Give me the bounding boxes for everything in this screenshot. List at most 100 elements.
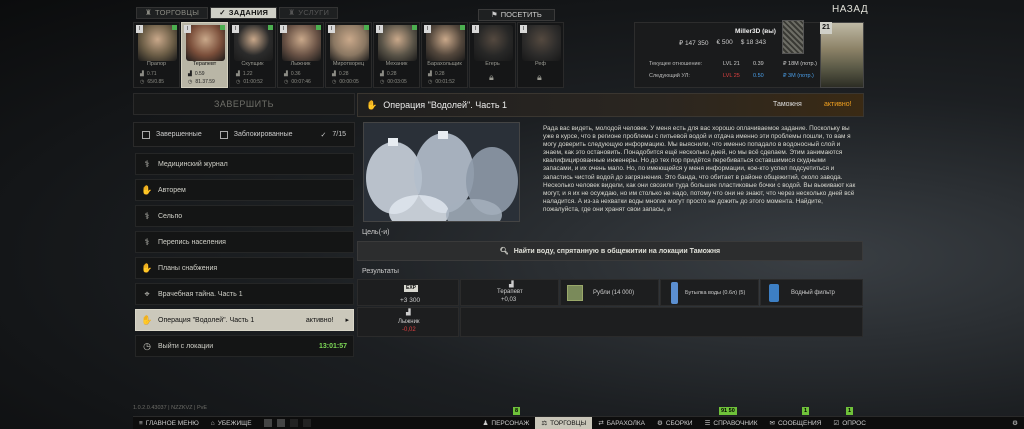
trader-card[interactable]: I Барахольщик ▟ 0.28 ◷ 00:01:52 [421, 22, 468, 88]
traders-icon: ⚖ [541, 420, 548, 427]
check-icon [412, 25, 417, 30]
gear-icon: ⚙ [1012, 420, 1018, 427]
task-item[interactable]: ⚕ Медицинский журнал [135, 153, 354, 175]
check-icon [220, 25, 225, 30]
rep-icon: ▟ [380, 71, 384, 77]
tab-services[interactable]: ♜ УСЛУГИ [279, 7, 339, 19]
clock-icon: ◷ [380, 79, 385, 85]
quick-slot-icon[interactable] [289, 419, 298, 427]
trader-rep: ▟ 0.36 [284, 71, 301, 77]
trader-level-badge: I [280, 25, 287, 33]
dollars-balance: $ 18 343 [740, 39, 767, 46]
trader-level-badge: I [136, 25, 143, 33]
rubles-label: Рубли (14 000) [593, 290, 635, 296]
tab-tasks[interactable]: ✓ ЗАДАНИЯ [210, 7, 278, 19]
trader-rep: ▟ 0.59 [188, 71, 205, 77]
next-money: ₽ 3M (потр.) [783, 73, 814, 79]
trader-card[interactable]: I Терапевт ▟ 0.59 ◷ 81.37.59 [181, 22, 228, 88]
trader-rep: ▟ 0.28 [380, 71, 397, 77]
quest-icon: ⚕ [144, 158, 150, 169]
trader-card[interactable]: I Егерь 🔒︎ [469, 22, 516, 88]
player-portrait[interactable]: 21 [820, 22, 864, 88]
rubles-balance: ₽ 147 350 [679, 40, 709, 47]
top-tabs: ♜ ТОРГОВЦЫ ✓ ЗАДАНИЯ ♜ УСЛУГИ [136, 7, 339, 19]
bottom-bar: ≡ ГЛАВНОЕ МЕНЮ ⌂ УБЕЖИЩЕ ♟ ПЕРСОНАЖ ⚖ ТОРГОВЦЫ ⇄… [133, 416, 1024, 429]
nav-survey[interactable]: ☑ ОПРОС [827, 417, 872, 429]
trader-portrait [186, 25, 225, 61]
task-item[interactable]: ◷ Выйти с локации 13:01:57 [135, 335, 354, 357]
nav-flea[interactable]: ⇄ БАРАХОЛКА [592, 417, 651, 429]
reward-skier-rep: ▟ Лыжник -0,02 [357, 307, 459, 337]
trader-card[interactable]: I Механик ▟ 0.28 ◷ 00:03:05 [373, 22, 420, 88]
task-label: Операция "Водолей". Часть 1 [158, 316, 255, 324]
check-icon [172, 25, 177, 30]
trader-portrait [474, 25, 513, 61]
reward-therapist-rep: ▟ Терапевт +0,03 [460, 279, 559, 306]
trader-timer: ◷ 00:03:05 [380, 79, 407, 85]
trader-card[interactable]: I Миротворец ▟ 0.28 ◷ 00:00:05 [325, 22, 372, 88]
skier-name: Лыжник [398, 319, 420, 325]
nav-traders[interactable]: ⚖ ТОРГОВЦЫ [535, 416, 593, 429]
quick-slot-icon[interactable] [276, 419, 285, 427]
settings-button[interactable]: ⚙ [1006, 417, 1024, 429]
task-item[interactable]: ⚕ Сельпо [135, 205, 354, 227]
nav-menu[interactable]: ≡ ГЛАВНОЕ МЕНЮ [133, 417, 205, 429]
player-name: Miller3D (вы) [735, 28, 776, 35]
trader-level-badge: I [424, 25, 431, 33]
trader-card[interactable]: I Лыжник ▟ 0.36 ◷ 00:07:46 [277, 22, 324, 88]
back-button[interactable]: НАЗАД [832, 4, 868, 15]
completed-checkbox[interactable] [142, 130, 150, 139]
current-money: ₽ 18M (потр.) [783, 61, 817, 67]
water-bottle-icon [671, 282, 678, 304]
clock-icon: ◷ [188, 79, 193, 85]
reward-water-bottle[interactable]: Бутылка воды (0.6л) (5) [660, 279, 759, 306]
clock-icon: ◷ [428, 79, 433, 85]
trader-timer: ◷ 01:00:52 [236, 79, 263, 85]
exp-value: +3 300 [400, 297, 421, 304]
trader-card[interactable]: I Реф 🔒︎ [517, 22, 564, 88]
finish-button[interactable]: ЗАВЕРШИТЬ [133, 93, 355, 115]
rep-icon: ▟ [428, 71, 432, 77]
skier-rep: -0,02 [402, 327, 416, 333]
task-item[interactable]: ✋ Авторем [135, 179, 354, 201]
traders-strip: I Прапор ▟ 0.71 ◷ 65/0.85 I Терапевт ▟ 0.59 ◷ 81.37… [133, 22, 564, 88]
visit-button[interactable]: ⚑ ПОСЕТИТЬ [478, 9, 555, 21]
lock-icon: 🔒︎ [537, 72, 542, 82]
quest-image [363, 122, 520, 222]
reward-rubles[interactable]: Рубли (14 000) [560, 279, 659, 306]
quick-slot-icon[interactable] [263, 419, 272, 427]
nav-hideout[interactable]: ⌂ УБЕЖИЩЕ [205, 417, 258, 429]
trader-icon: ♜ [145, 8, 153, 17]
nav-handbook[interactable]: ☰ СПРАВОЧНИК [699, 417, 764, 429]
therapist-rep: +0,03 [501, 297, 517, 303]
nav-character[interactable]: ♟ ПЕРСОНАЖ [477, 417, 536, 429]
current-relation-label: Текущее отношение: [649, 61, 703, 67]
player-level: 21 [820, 22, 832, 34]
tab-traders[interactable]: ♜ ТОРГОВЦЫ [136, 7, 209, 19]
task-label: Сельпо [158, 212, 183, 220]
goal-label: Цель(-и) [362, 229, 390, 236]
nav-messages[interactable]: ✉ СООБЩЕНИЯ [764, 417, 828, 429]
task-list: ⚕ Медицинский журнал ✋ Авторем ⚕ Сельпо ⚕ Переп… [135, 153, 354, 361]
trader-portrait [282, 25, 321, 61]
trader-name: Егерь [485, 61, 500, 67]
flea-icon: ⇄ [598, 420, 604, 427]
rep-icon: ▟ [406, 310, 411, 316]
task-item[interactable]: ✋ Планы снабжения [135, 257, 354, 279]
task-label: Медицинский журнал [158, 160, 228, 168]
rank-badge-icon [782, 20, 804, 54]
trader-card[interactable]: I Скупщик ▟ 1.22 ◷ 01:00:52 [229, 22, 276, 88]
quick-slot-icon[interactable] [302, 419, 311, 427]
reward-water-filter[interactable]: Водный фильтр [760, 279, 863, 306]
task-item[interactable]: ⌖ Врачебная тайна. Часть 1 [135, 283, 354, 305]
task-item[interactable]: ⚕ Перепись населения [135, 231, 354, 253]
nav-builds[interactable]: ⚙ СБОРКИ [651, 417, 699, 429]
blocked-checkbox[interactable] [219, 130, 228, 139]
trader-card[interactable]: I Прапор ▟ 0.71 ◷ 65/0.85 [133, 22, 180, 88]
trader-portrait [234, 25, 273, 61]
task-item[interactable]: ✋ Операция "Водолей". Часть 1 активно! ▸ [135, 309, 354, 331]
check-icon [364, 25, 369, 30]
next-lvl: LVL 25 [723, 73, 740, 79]
trader-portrait [426, 25, 465, 61]
notification-badge: 91 50 [719, 407, 737, 415]
